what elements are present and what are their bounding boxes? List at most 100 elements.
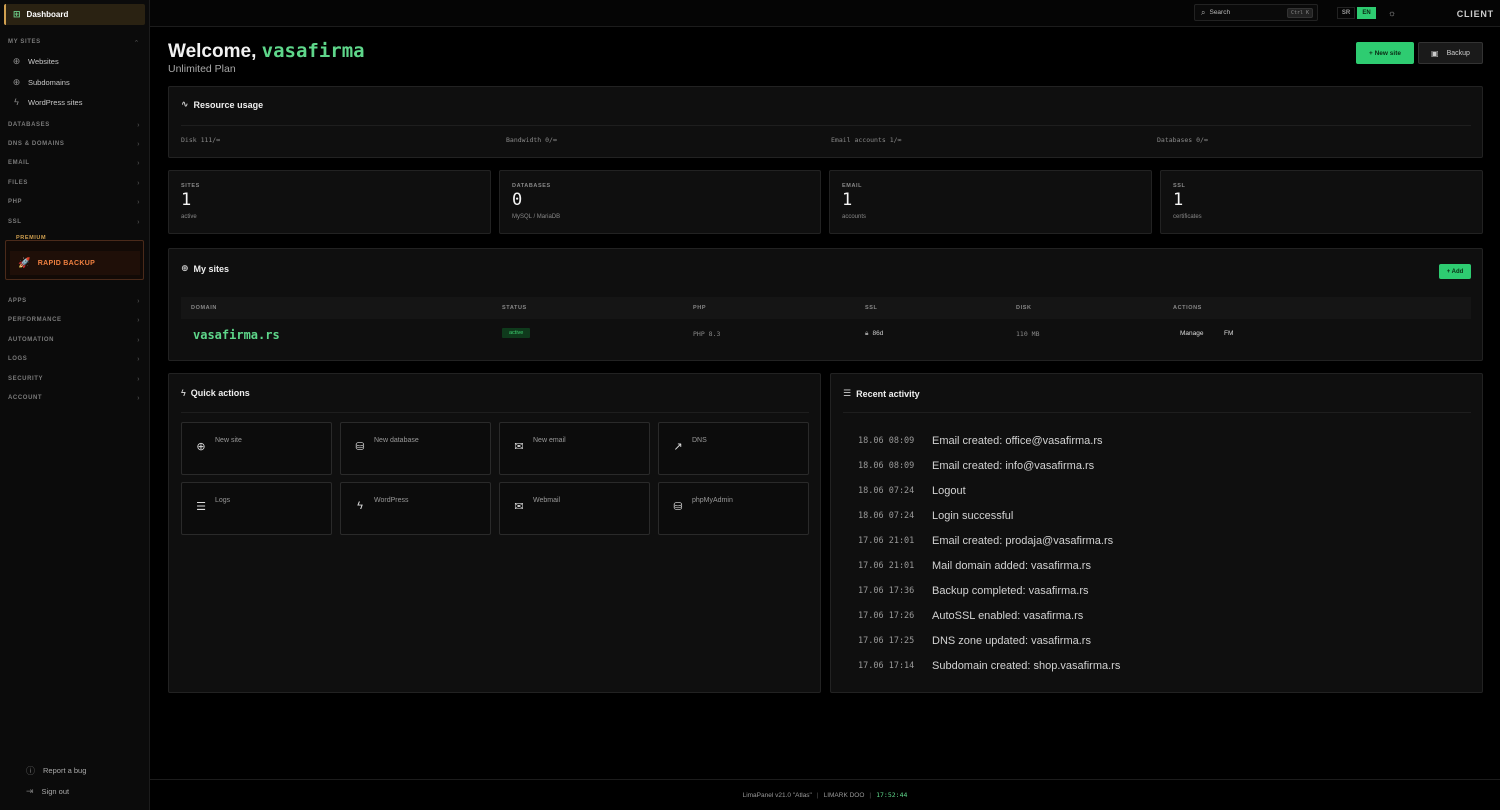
sidebar-section-apps[interactable]: APPS ›	[8, 298, 140, 305]
disk-usage: Disk 111/∞	[181, 136, 221, 144]
username: vasafirma	[261, 40, 365, 62]
lock-icon: 🔒︎	[865, 330, 869, 337]
quick-action-phpmyadmin[interactable]: ⛁ phpMyAdmin	[658, 482, 809, 535]
sidebar-section-automation[interactable]: AUTOMATION ›	[8, 337, 140, 344]
stat-card-sites[interactable]: SITES 1 active	[168, 170, 491, 234]
globe-icon: ⊕	[12, 56, 21, 66]
sidebar-section-php[interactable]: PHP ›	[8, 199, 140, 206]
new-site-button[interactable]: + New site	[1356, 42, 1414, 64]
manage-button[interactable]: Manage	[1180, 330, 1204, 337]
welcome-text: Welcome,	[168, 41, 257, 62]
quick-action-new-database[interactable]: ⛁ New database	[340, 422, 491, 475]
ssl-days: 🔒︎ 86d	[865, 330, 883, 338]
quick-action-label: phpMyAdmin	[692, 497, 733, 504]
premium-box: 🚀 RAPID BACKUP	[5, 240, 144, 280]
backup-button[interactable]: ▣ Backup	[1418, 42, 1483, 64]
sidebar-section-account[interactable]: ACCOUNT ›	[8, 395, 140, 402]
quick-action-new-email[interactable]: ✉ New email	[499, 422, 650, 475]
file-manager-button[interactable]: FM	[1224, 330, 1233, 337]
section-label: SECURITY	[8, 376, 44, 382]
stat-label: DATABASES	[512, 183, 551, 189]
footer: LimaPanel v21.0 "Atlas" | LIMARK DOO | 1…	[150, 779, 1500, 810]
chevron-right-icon: ›	[137, 219, 140, 226]
quick-action-label: DNS	[692, 437, 707, 444]
section-label: DNS & DOMAINS	[8, 141, 65, 147]
sidebar-section-logs[interactable]: LOGS ›	[8, 356, 140, 363]
activity-message: DNS zone updated: vasafirma.rs	[932, 635, 1091, 647]
activity-time: 17.06 17:36	[858, 586, 915, 596]
column-status: STATUS	[502, 305, 527, 311]
section-label: EMAIL	[8, 160, 30, 166]
quick-action-label: Webmail	[533, 497, 561, 504]
chevron-right-icon: ›	[137, 317, 140, 324]
stat-card-databases[interactable]: DATABASES 0 MySQL / MariaDB	[499, 170, 821, 234]
sign-out-icon: ⇥	[26, 786, 34, 796]
table-row: vasafirma.rs active PHP 8.3 🔒︎ 86d 110 MB…	[181, 321, 1471, 347]
sidebar: ⊞ Dashboard MY SITES ⌃ ⊕ Websites ⊕ Subdoma…	[0, 0, 150, 810]
activity-time: 18.06 07:24	[858, 486, 915, 496]
disk-size: 110 MB	[1016, 330, 1040, 338]
activity-time: 17.06 21:01	[858, 561, 915, 571]
sites-table-header: DOMAIN STATUS PHP SSL DISK ACTIONS	[181, 297, 1471, 319]
sidebar-section-my-sites[interactable]: MY SITES ⌃	[8, 39, 140, 47]
list-item: 18.06 07:24 Logout	[858, 485, 966, 497]
stat-label: SSL	[1173, 183, 1186, 189]
ssl-days-value: 86d	[872, 330, 884, 337]
list-item: 17.06 17:25 DNS zone updated: vasafirma.r…	[858, 635, 1091, 647]
chevron-right-icon: ›	[137, 141, 140, 148]
add-site-button[interactable]: + Add	[1439, 264, 1471, 279]
sidebar-section-security[interactable]: SECURITY ›	[8, 376, 140, 383]
column-domain: DOMAIN	[191, 305, 217, 311]
report-bug-link[interactable]: ⓘ Report a bug	[26, 764, 86, 777]
sidebar-item-dashboard[interactable]: ⊞ Dashboard	[4, 4, 145, 25]
lang-en-button[interactable]: EN	[1357, 7, 1376, 19]
lang-sr-button[interactable]: SR	[1337, 7, 1355, 19]
stat-sub: MySQL / MariaDB	[512, 214, 561, 220]
activity-time: 18.06 07:24	[858, 511, 915, 521]
sidebar-item-wordpress-sites[interactable]: ϟ WordPress sites	[12, 97, 82, 107]
bolt-icon: ϟ	[14, 97, 19, 107]
sidebar-section-performance[interactable]: PERFORMANCE ›	[8, 317, 140, 324]
recent-activity-card: ☰ Recent activity 18.06 08:09 Email create…	[830, 373, 1483, 693]
globe-icon: ⊕	[181, 263, 189, 273]
activity-time: 17.06 17:25	[858, 636, 915, 646]
sign-out-link[interactable]: ⇥ Sign out	[26, 786, 69, 797]
list-item: 17.06 17:36 Backup completed: vasafirma.r…	[858, 585, 1089, 597]
sidebar-section-databases[interactable]: DATABASES ›	[8, 122, 140, 129]
sidebar-item-websites[interactable]: ⊕ Websites	[12, 56, 59, 67]
backup-label: Backup	[1446, 49, 1470, 57]
stat-card-email[interactable]: EMAIL 1 accounts	[829, 170, 1152, 234]
mail-icon: ✉	[514, 441, 524, 453]
section-label: MY SITES	[8, 39, 41, 45]
list-icon: ☰	[843, 388, 852, 398]
chevron-right-icon: ›	[137, 199, 140, 206]
column-php: PHP	[693, 305, 707, 311]
sidebar-item-label: Subdomains	[28, 78, 70, 87]
quick-action-dns[interactable]: ↗ DNS	[658, 422, 809, 475]
sidebar-section-ssl[interactable]: SSL ›	[8, 219, 140, 226]
search-input[interactable]: ⌕ Search Ctrl K	[1194, 4, 1318, 21]
sidebar-section-dns-domains[interactable]: DNS & DOMAINS ›	[8, 141, 140, 148]
theme-toggle-icon[interactable]: ☼	[1386, 7, 1398, 19]
footer-separator: |	[816, 791, 819, 799]
email-accounts-usage: Email accounts 1/∞	[831, 136, 902, 144]
quick-action-logs[interactable]: ☰ Logs	[181, 482, 332, 535]
sidebar-item-label: Dashboard	[26, 10, 69, 19]
sidebar-section-files[interactable]: FILES ›	[8, 180, 140, 187]
quick-action-label: New email	[533, 437, 566, 444]
activity-message: Mail domain added: vasafirma.rs	[932, 560, 1091, 572]
sidebar-section-email[interactable]: EMAIL ›	[8, 160, 140, 167]
stat-card-ssl[interactable]: SSL 1 certificates	[1160, 170, 1483, 234]
quick-action-wordpress[interactable]: ϟ WordPress	[340, 482, 491, 535]
external-link-icon: ↗	[673, 441, 683, 453]
list-item: 17.06 17:14 Subdomain created: shop.vasaf…	[858, 660, 1120, 672]
quick-action-new-site[interactable]: ⊕ New site	[181, 422, 332, 475]
database-icon: ⛁	[673, 501, 683, 513]
column-ssl: SSL	[865, 305, 878, 311]
site-domain-link[interactable]: vasafirma.rs	[193, 328, 280, 342]
quick-action-webmail[interactable]: ✉ Webmail	[499, 482, 650, 535]
sidebar-item-subdomains[interactable]: ⊕ Subdomains	[12, 77, 70, 88]
alert-circle-icon: ⓘ	[26, 766, 36, 776]
activity-message: Logout	[932, 485, 966, 497]
rapid-backup-button[interactable]: 🚀 RAPID BACKUP	[10, 251, 140, 275]
